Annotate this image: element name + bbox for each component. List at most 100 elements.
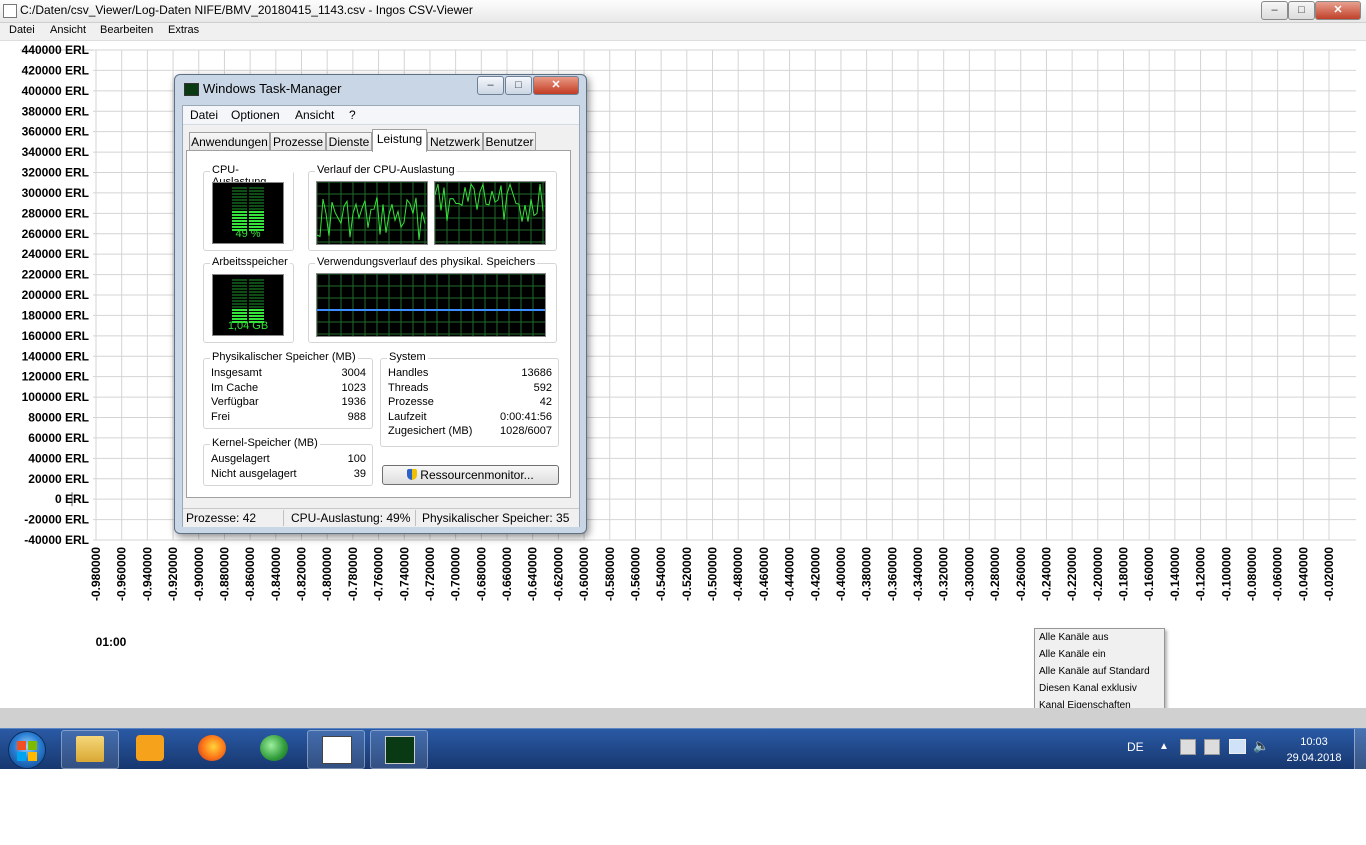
meter-bar-segment — [232, 193, 247, 195]
ctx-all-off[interactable]: Alle Kanäle aus — [1039, 632, 1109, 643]
taskbar-explorer[interactable] — [61, 730, 119, 769]
x-tick-label: -0.160000 — [1142, 547, 1156, 601]
stat-label: Insgesamt — [211, 367, 262, 379]
tab-prozesse[interactable]: Prozesse — [270, 132, 326, 151]
taskbar-network[interactable] — [246, 730, 302, 767]
tm-menu-datei[interactable]: Datei — [190, 108, 218, 122]
windows-logo-icon — [17, 741, 26, 750]
start-button[interactable] — [8, 731, 46, 769]
meter-bar-segment — [249, 193, 264, 195]
resource-monitor-button[interactable]: Ressourcenmonitor... — [382, 465, 559, 485]
y-tick-label: -40000 ERL — [24, 533, 89, 547]
language-indicator[interactable]: DE — [1127, 740, 1144, 754]
meter-bar-segment — [232, 208, 247, 210]
uac-shield-icon — [407, 469, 418, 480]
clock[interactable]: 10:03 29.04.2018 — [1280, 734, 1348, 766]
horizontal-scrollbar[interactable] — [0, 708, 1366, 728]
menu-extras[interactable]: Extras — [168, 24, 199, 36]
stat-row: Verfügbar 1936 — [211, 396, 366, 408]
show-desktop-button[interactable] — [1354, 729, 1366, 769]
y-tick-label: 140000 ERL — [22, 349, 89, 363]
cpu-group: CPU-Auslastung 49 % — [203, 164, 294, 251]
tab-leistung[interactable]: Leistung — [372, 129, 427, 152]
tm-menu-optionen[interactable]: Optionen — [231, 108, 280, 122]
tm-minimize-button[interactable]: – — [477, 76, 504, 95]
ctx-exclusive[interactable]: Diesen Kanal exklusiv — [1039, 683, 1137, 694]
taskmanager-icon — [385, 736, 415, 764]
clock-time: 10:03 — [1300, 736, 1328, 748]
stat-value: 42 — [539, 396, 552, 408]
stat-label: Nicht ausgelagert — [211, 467, 297, 480]
physical-memory-title: Physikalischer Speicher (MB) — [210, 351, 358, 363]
memory-value: 1,04 GB — [227, 320, 269, 332]
meter-bar-segment — [249, 300, 264, 302]
stat-row: Handles 13686 — [388, 367, 552, 379]
taskmanager-window[interactable]: Windows Task-Manager – □ ✕ Datei Optione… — [174, 74, 587, 534]
meter-bar-segment — [232, 306, 247, 308]
maximize-button[interactable]: □ — [1288, 1, 1315, 20]
close-button[interactable]: ✕ — [1315, 1, 1361, 20]
x-tick-label: -0.880000 — [217, 547, 231, 601]
tm-close-button[interactable]: ✕ — [533, 76, 579, 95]
volume-icon[interactable]: 🔈 — [1253, 738, 1269, 754]
show-hidden-icons-icon[interactable]: ▲ — [1159, 741, 1169, 752]
x-tick-label: -0.960000 — [115, 547, 129, 601]
meter-bar-segment — [232, 297, 247, 299]
stat-label: Handles — [388, 367, 429, 379]
cpu-history-group: Verlauf der CPU-Auslastung — [308, 164, 557, 251]
taskbar-firefox[interactable] — [184, 730, 240, 767]
ctx-all-on[interactable]: Alle Kanäle ein — [1039, 649, 1106, 660]
tm-maximize-button[interactable]: □ — [505, 76, 532, 95]
x-tick-label: -0.440000 — [783, 547, 797, 601]
meter-bar-segment — [232, 190, 247, 192]
meter-bar-segment — [232, 303, 247, 305]
taskbar-csv-viewer[interactable] — [307, 730, 365, 769]
outlook-icon — [136, 735, 164, 761]
tm-menu-help[interactable]: ? — [349, 108, 356, 122]
memory-history-label: Verwendungsverlauf des physikal. Speiche… — [315, 256, 538, 268]
app-titlebar: C:/Daten/csv_Viewer/Log-Daten NIFE/BMV_2… — [0, 0, 1366, 23]
tab-anwendungen[interactable]: Anwendungen — [189, 132, 270, 151]
meter-bar-segment — [232, 294, 247, 296]
meter-bar-segment — [232, 291, 247, 293]
usb-device-icon[interactable] — [1204, 739, 1220, 755]
x-tick-label: -0.360000 — [885, 547, 899, 601]
kernel-memory-title: Kernel-Speicher (MB) — [210, 437, 320, 449]
ctx-all-default[interactable]: Alle Kanäle auf Standard — [1039, 666, 1150, 677]
tm-menu-ansicht[interactable]: Ansicht — [295, 108, 334, 122]
meter-bar-segment — [249, 211, 264, 213]
tab-netzwerk[interactable]: Netzwerk — [427, 132, 483, 151]
tab-dienste[interactable]: Dienste — [326, 132, 372, 151]
y-tick-label: 180000 ERL — [22, 308, 89, 322]
menu-ansicht[interactable]: Ansicht — [50, 24, 86, 36]
x-tick-label: -0.100000 — [1219, 547, 1233, 601]
taskbar-taskmanager[interactable] — [370, 730, 428, 769]
stat-value: 592 — [533, 381, 552, 394]
taskbar-outlook[interactable] — [122, 730, 178, 767]
cpu-meter: 49 % — [212, 182, 284, 244]
tab-benutzer[interactable]: Benutzer — [483, 132, 536, 151]
stat-row: Insgesamt 3004 — [211, 367, 366, 379]
y-tick-label: 380000 ERL — [22, 104, 89, 118]
x-tick-label: -0.520000 — [680, 547, 694, 601]
meter-bar-segment — [249, 208, 264, 210]
y-tick-label: 160000 ERL — [22, 329, 89, 343]
cpu-value: 49 % — [235, 228, 261, 240]
stat-label: Zugesichert (MB) — [388, 425, 473, 437]
cpu-history-line — [435, 182, 544, 222]
menu-bearbeiten[interactable]: Bearbeiten — [100, 24, 153, 36]
y-tick-label: 440000 ERL — [22, 43, 89, 57]
meter-bar-segment — [249, 303, 264, 305]
network-status-icon[interactable] — [1229, 739, 1246, 754]
x-tick-label: -0.260000 — [1014, 547, 1028, 601]
stat-value: 988 — [347, 410, 366, 423]
y-tick-label: 240000 ERL — [22, 247, 89, 261]
windows-logo-icon — [28, 752, 37, 761]
action-center-flag-icon[interactable] — [1180, 739, 1196, 755]
stat-value: 39 — [353, 467, 366, 480]
menu-datei[interactable]: Datei — [9, 24, 35, 36]
x-tick-label: -0.740000 — [397, 547, 411, 601]
minimize-button[interactable]: – — [1261, 1, 1288, 20]
firefox-icon — [198, 735, 226, 761]
x-tick-label: -0.720000 — [423, 547, 437, 601]
